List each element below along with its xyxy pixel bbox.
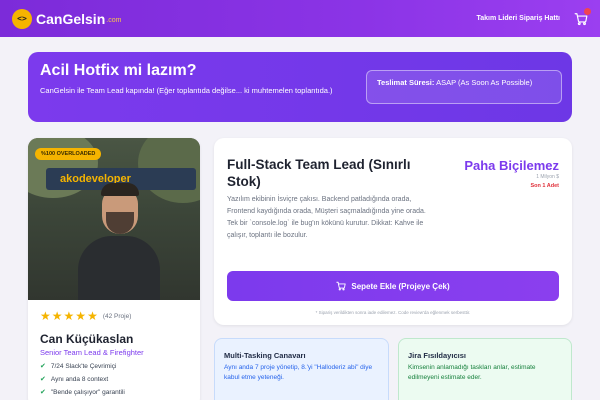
delivery-label: Teslimat Süresi: xyxy=(377,78,435,87)
add-to-cart-label: Sepete Ekle (Projeye Çek) xyxy=(351,281,450,291)
stock-label: Son 1 Adet xyxy=(530,183,559,189)
logo-suffix: .com xyxy=(106,17,122,24)
profile-role: Senior Team Lead & Firefighter xyxy=(40,348,144,357)
star-icon: ★ xyxy=(87,309,98,323)
code-brackets-icon[interactable]: <> xyxy=(12,8,32,29)
cart-icon xyxy=(336,281,346,291)
feature-item: ✔ "Bende çalışıyor" garantili xyxy=(40,388,125,397)
feature-card-text: Kimsenin anlamadığı taskları anlar, esti… xyxy=(408,364,536,381)
profile-name: Can Küçükaslan xyxy=(40,332,134,346)
price-subtext: 1 Milyon $ xyxy=(536,174,559,180)
feature-card-multitasking: Multi-Tasking Canavarı Aynı anda 7 proje… xyxy=(214,338,389,400)
nav-link-order-line[interactable]: Takım Lideri Sipariş Hattı xyxy=(476,15,560,22)
footnote: * Sipariş verildikten sonra iade edileme… xyxy=(315,310,471,315)
profile-photo: akodeveloper %100 OVERLOADED xyxy=(28,138,200,300)
check-icon: ✔ xyxy=(40,363,46,370)
feature-card-text: Aynı anda 7 proje yönetip, 8.'yi "Hallod… xyxy=(224,364,373,381)
delivery-time-box: Teslimat Süresi: ASAP (As Soon As Possib… xyxy=(366,70,562,104)
cart-button[interactable] xyxy=(574,7,591,26)
review-count: (42 Proje) xyxy=(102,312,132,320)
feature-card-jira: Jira Fısıldayıcısı Kimsenin anlamadığı t… xyxy=(398,338,572,400)
check-icon: ✔ xyxy=(40,376,46,383)
check-icon: ✔ xyxy=(40,389,46,396)
logo-text[interactable]: CanGelsin xyxy=(36,11,105,27)
product-card: Full-Stack Team Lead (Sınırlı Stok) Paha… xyxy=(214,138,572,325)
product-title: Full-Stack Team Lead (Sınırlı Stok) xyxy=(227,157,411,189)
rating-row: ★ ★ ★ ★ ★ (42 Proje) xyxy=(40,310,188,322)
feature-card-title: Jira Fısıldayıcısı xyxy=(408,351,466,360)
cart-badge xyxy=(584,7,591,15)
feature-card-title: Multi-Tasking Canavarı xyxy=(224,351,306,360)
price-box: Paha Biçilemez 1 Milyon $ Son 1 Adet xyxy=(464,158,559,189)
hotfix-banner: Acil Hotfix mi lazım? CanGelsin ile Team… xyxy=(28,52,572,122)
star-icon: ★ xyxy=(75,309,87,323)
banner-description: CanGelsin ile Team Lead kapında! (Eğer t… xyxy=(40,86,333,95)
star-icon: ★ xyxy=(40,309,51,323)
feature-item: ✔ 7/24 Slack'te Çevrimiçi xyxy=(40,362,117,371)
star-icon: ★ xyxy=(63,309,75,323)
price: Paha Biçilemez xyxy=(464,158,559,173)
feature-item: ✔ Aynı anda 8 context xyxy=(40,375,109,384)
star-icon: ★ xyxy=(51,309,63,323)
overload-badge: %100 OVERLOADED xyxy=(35,148,102,160)
top-navbar: <> CanGelsin .com Takım Lideri Sipariş H… xyxy=(0,0,600,37)
delivery-value: ASAP (As Soon As Possible) xyxy=(436,78,533,87)
profile-card: akodeveloper %100 OVERLOADED ★ ★ ★ ★ ★ (… xyxy=(28,138,200,400)
product-description: Yazılım ekibinin İsviçre çakısı. Backend… xyxy=(227,196,426,239)
add-to-cart-button[interactable]: Sepete Ekle (Projeye Çek) xyxy=(227,271,559,301)
